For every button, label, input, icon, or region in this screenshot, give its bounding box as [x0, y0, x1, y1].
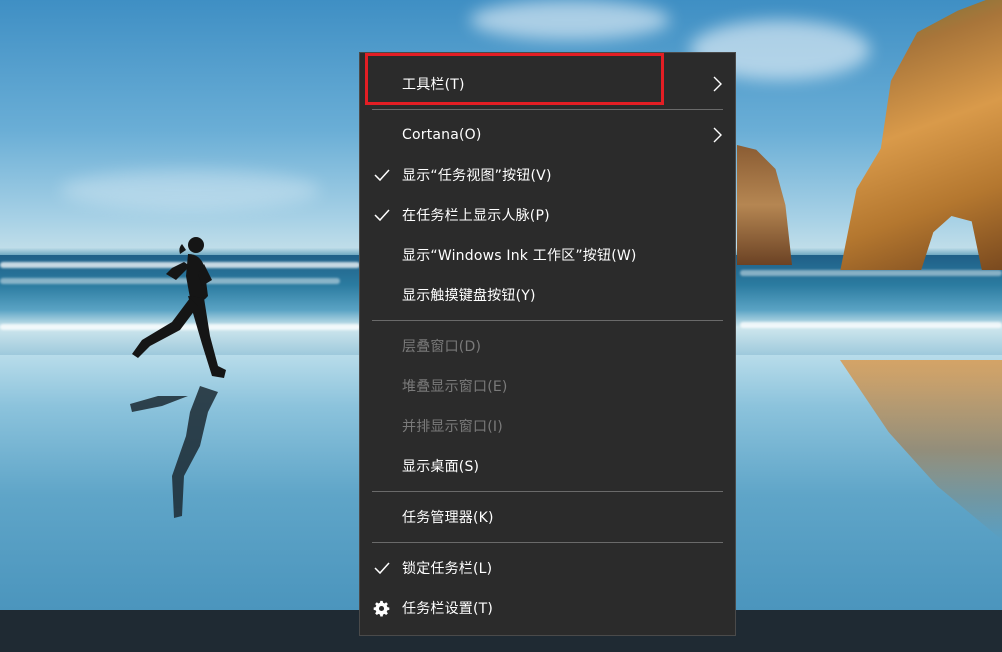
menu-item-show-task-view-button[interactable]: 显示“任务视图”按钮(V)	[360, 155, 735, 195]
menu-item-show-windows-ink-button[interactable]: 显示“Windows Ink 工作区”按钮(W)	[360, 235, 735, 275]
cloud	[470, 0, 670, 40]
menu-item-task-manager[interactable]: 任务管理器(K)	[360, 497, 735, 537]
menu-item-cortana[interactable]: Cortana(O)	[360, 115, 735, 155]
wave	[740, 270, 1002, 276]
rock-stack	[737, 145, 792, 265]
cloud	[60, 170, 320, 210]
menu-item-show-desktop[interactable]: 显示桌面(S)	[360, 446, 735, 486]
menu-item-side-by-side-windows: 并排显示窗口(I)	[360, 406, 735, 446]
menu-item-label: 在任务栏上显示人脉(P)	[402, 208, 550, 224]
wave	[740, 322, 1002, 328]
menu-separator	[372, 109, 723, 110]
checkmark-icon	[374, 562, 390, 575]
gear-icon	[373, 600, 390, 617]
menu-item-label: 任务管理器(K)	[402, 510, 494, 526]
menu-item-lock-taskbar[interactable]: 锁定任务栏(L)	[360, 548, 735, 588]
checkmark-icon	[374, 169, 390, 182]
menu-item-toolbars[interactable]: 工具栏(T)	[360, 64, 735, 104]
menu-item-label: 堆叠显示窗口(E)	[402, 379, 508, 395]
runner-silhouette	[130, 237, 226, 518]
menu-item-label: 显示桌面(S)	[402, 459, 480, 475]
menu-item-cascade-windows: 层叠窗口(D)	[360, 326, 735, 366]
chevron-right-icon	[713, 127, 722, 143]
menu-item-label: 显示“任务视图”按钮(V)	[402, 168, 552, 184]
checkmark-icon	[374, 209, 390, 222]
menu-item-show-touch-keyboard-button[interactable]: 显示触摸键盘按钮(Y)	[360, 275, 735, 315]
taskbar-context-menu: 工具栏(T) Cortana(O) 显示“任务视图”按钮(V) 在任务栏上显示人…	[359, 52, 736, 636]
chevron-right-icon	[713, 76, 722, 92]
menu-item-label: 显示触摸键盘按钮(Y)	[402, 288, 536, 304]
menu-item-label: 工具栏(T)	[402, 77, 465, 93]
menu-item-label: 并排显示窗口(I)	[402, 419, 503, 435]
menu-item-label: 任务栏设置(T)	[402, 601, 494, 617]
desktop: 工具栏(T) Cortana(O) 显示“任务视图”按钮(V) 在任务栏上显示人…	[0, 0, 1002, 652]
menu-separator	[372, 320, 723, 321]
menu-item-label: 层叠窗口(D)	[402, 339, 482, 355]
menu-item-stack-windows: 堆叠显示窗口(E)	[360, 366, 735, 406]
menu-item-label: 锁定任务栏(L)	[402, 561, 493, 577]
menu-separator	[372, 542, 723, 543]
menu-separator	[372, 491, 723, 492]
menu-item-label: Cortana(O)	[402, 127, 482, 143]
menu-item-taskbar-settings[interactable]: 任务栏设置(T)	[360, 588, 735, 628]
menu-item-label: 显示“Windows Ink 工作区”按钮(W)	[402, 248, 637, 264]
menu-item-show-people[interactable]: 在任务栏上显示人脉(P)	[360, 195, 735, 235]
